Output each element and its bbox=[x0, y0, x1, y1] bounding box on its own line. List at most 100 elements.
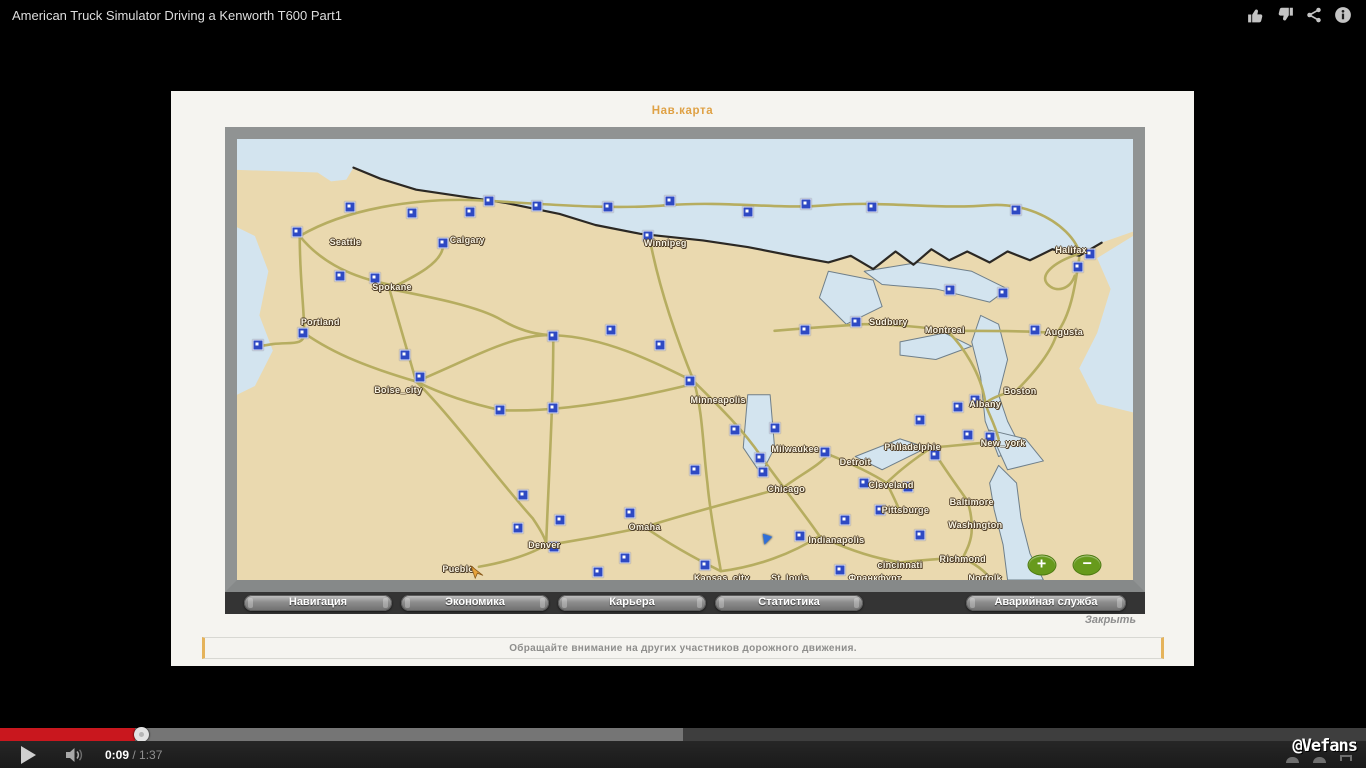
city-marker-27[interactable] bbox=[819, 447, 830, 458]
played-bar bbox=[0, 728, 135, 741]
city-marker-10[interactable] bbox=[1073, 261, 1084, 272]
city-marker-48[interactable] bbox=[835, 564, 846, 575]
close-button[interactable]: Закрыть bbox=[1085, 614, 1136, 626]
city-marker-20[interactable] bbox=[414, 372, 425, 383]
city-marker-13[interactable] bbox=[335, 271, 346, 282]
seek-bar[interactable] bbox=[0, 728, 1366, 741]
city-marker-16[interactable] bbox=[252, 339, 263, 350]
city-label-st_louis: St_louis bbox=[771, 573, 808, 580]
city-marker-54[interactable] bbox=[689, 465, 700, 476]
city-marker-39[interactable] bbox=[1030, 324, 1041, 335]
share-icon[interactable] bbox=[1305, 6, 1323, 24]
settings-icon[interactable] bbox=[1286, 757, 1299, 763]
player-controls: 0:09 / 1:37 bbox=[0, 741, 1366, 768]
city-marker-57[interactable] bbox=[619, 552, 630, 563]
city-label-calgary: Calgary bbox=[450, 235, 485, 245]
city-label-seattle: Seattle bbox=[330, 237, 362, 247]
game-button-2[interactable]: Экономика bbox=[401, 595, 549, 611]
city-marker-45[interactable] bbox=[840, 515, 851, 526]
city-marker-8[interactable] bbox=[867, 201, 878, 212]
city-label-augusta: Augusta bbox=[1045, 327, 1083, 337]
game-button-4[interactable]: Статистика bbox=[715, 595, 863, 611]
map-zoom-in-button[interactable]: + bbox=[1027, 555, 1056, 576]
city-marker-34[interactable] bbox=[953, 402, 964, 413]
city-label-cincinnati: cincinnati bbox=[878, 560, 923, 570]
city-label-albany: Albany bbox=[969, 399, 1001, 409]
city-label-boise_city: Boise_city bbox=[374, 385, 422, 395]
city-marker-43[interactable] bbox=[800, 324, 811, 335]
city-marker-12[interactable] bbox=[292, 227, 303, 238]
city-label-washington: Washington bbox=[948, 520, 1002, 530]
city-label-new_york: New_york bbox=[981, 438, 1026, 448]
city-label-omaha: Omaha bbox=[629, 522, 661, 532]
city-marker-31[interactable] bbox=[554, 515, 565, 526]
game-button-1[interactable]: Навигация bbox=[244, 595, 392, 611]
city-marker-5[interactable] bbox=[664, 196, 675, 207]
city-marker-1[interactable] bbox=[344, 201, 355, 212]
city-label-boston: Boston bbox=[1004, 386, 1037, 396]
city-marker-50[interactable] bbox=[517, 489, 528, 500]
city-label-cleveland: Cleveland bbox=[868, 480, 913, 490]
game-button-3[interactable]: Карьера bbox=[558, 595, 706, 611]
city-marker-52[interactable] bbox=[654, 339, 665, 350]
channel-watermark: @Vefans bbox=[1292, 736, 1357, 756]
city-marker-9[interactable] bbox=[1010, 205, 1021, 216]
nav-map-frame: Seattle Calgary Winnipeg Halifax Spokane Port… bbox=[225, 127, 1145, 592]
city-label-portland: Portland bbox=[301, 317, 340, 327]
fullscreen-icon[interactable] bbox=[1340, 755, 1352, 763]
city-label-winnipeg: Winnipeg bbox=[644, 238, 687, 248]
city-marker-59[interactable] bbox=[464, 206, 475, 217]
time-total: 1:37 bbox=[139, 748, 162, 762]
info-icon[interactable] bbox=[1334, 6, 1352, 24]
map-zoom-out-button[interactable]: − bbox=[1073, 555, 1102, 576]
city-marker-17[interactable] bbox=[438, 238, 449, 249]
city-marker-22[interactable] bbox=[548, 403, 559, 414]
city-label-франкфурт: Франкфурт bbox=[848, 573, 901, 580]
seek-scrubber[interactable] bbox=[134, 727, 149, 742]
volume-button[interactable] bbox=[65, 747, 86, 763]
city-marker-41[interactable] bbox=[945, 284, 956, 295]
city-label-spokane: Spokane bbox=[372, 282, 412, 292]
city-marker-42[interactable] bbox=[851, 317, 862, 328]
nav-map[interactable]: Seattle Calgary Winnipeg Halifax Spokane Port… bbox=[237, 139, 1133, 580]
city-marker-30[interactable] bbox=[625, 507, 636, 518]
city-label-sudbury: Sudbury bbox=[869, 317, 908, 327]
city-marker-53[interactable] bbox=[730, 425, 741, 436]
quality-icon[interactable] bbox=[1313, 757, 1326, 763]
city-marker-37[interactable] bbox=[963, 429, 974, 440]
city-label-indianapolis: Indianapolis bbox=[808, 535, 864, 545]
thumbs-up-icon[interactable] bbox=[1247, 6, 1265, 24]
city-marker-24[interactable] bbox=[685, 376, 696, 387]
city-marker-47[interactable] bbox=[699, 560, 710, 571]
city-marker-4[interactable] bbox=[602, 201, 613, 212]
thumbs-down-icon[interactable] bbox=[1276, 6, 1294, 24]
city-marker-58[interactable] bbox=[769, 422, 780, 433]
city-marker-60[interactable] bbox=[532, 201, 543, 212]
city-marker-40[interactable] bbox=[998, 287, 1009, 298]
city-marker-49[interactable] bbox=[593, 567, 604, 578]
city-marker-3[interactable] bbox=[483, 196, 494, 207]
city-marker-38[interactable] bbox=[914, 414, 925, 425]
city-marker-51[interactable] bbox=[605, 324, 616, 335]
city-marker-46[interactable] bbox=[914, 530, 925, 541]
city-marker-21[interactable] bbox=[495, 405, 506, 416]
game-button-5[interactable]: Аварийная служба bbox=[966, 595, 1126, 611]
city-marker-7[interactable] bbox=[800, 198, 811, 209]
city-marker-19[interactable] bbox=[400, 350, 411, 361]
city-marker-29[interactable] bbox=[794, 530, 805, 541]
mouse-cursor-icon bbox=[470, 565, 485, 580]
city-marker-15[interactable] bbox=[298, 328, 309, 339]
city-label-baltimore: Baltimore bbox=[950, 497, 994, 507]
city-marker-23[interactable] bbox=[548, 331, 559, 342]
city-label-denver: Denver bbox=[528, 540, 560, 550]
city-marker-26[interactable] bbox=[755, 452, 766, 463]
city-label-richmond: Richmond bbox=[940, 554, 986, 564]
city-marker-2[interactable] bbox=[406, 208, 417, 219]
city-marker-25[interactable] bbox=[757, 466, 768, 477]
map-terrain bbox=[237, 139, 1133, 580]
city-label-halifax: Halifax bbox=[1055, 245, 1087, 255]
play-button[interactable] bbox=[21, 746, 36, 764]
city-marker-6[interactable] bbox=[742, 207, 753, 218]
city-marker-33[interactable] bbox=[513, 522, 524, 533]
time-current: 0:09 bbox=[105, 748, 129, 762]
